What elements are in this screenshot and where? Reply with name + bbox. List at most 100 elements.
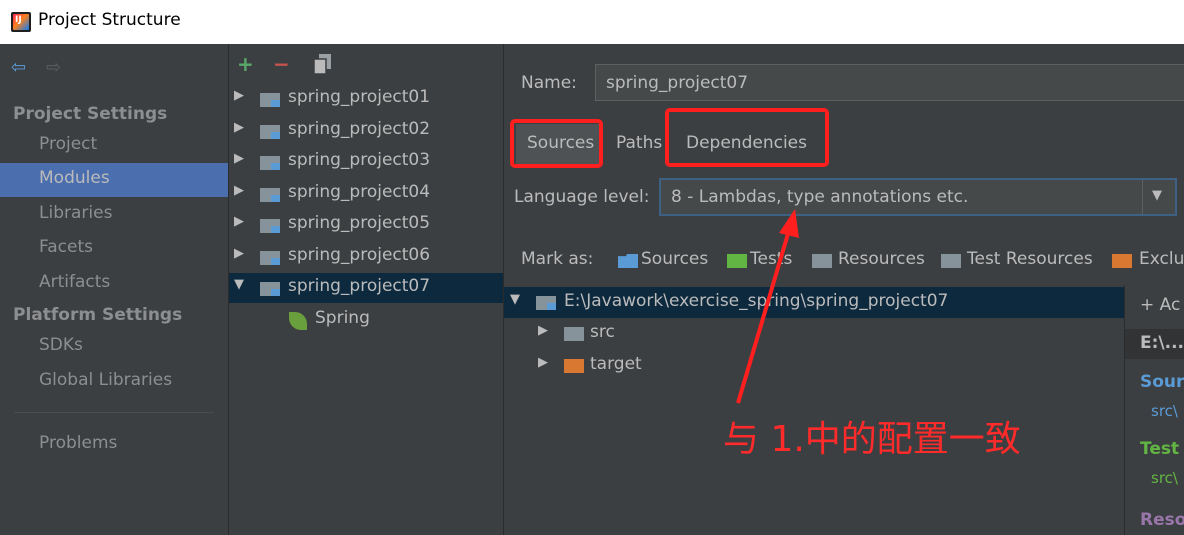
- annotation-arrow-icon: [736, 209, 799, 404]
- nav-item-modules[interactable]: Modules: [0, 163, 228, 197]
- language-level-label: Language level:: [514, 187, 650, 207]
- module-row[interactable]: ▶ spring_project03: [229, 147, 503, 177]
- module-name: spring_project02: [288, 119, 431, 139]
- folder-row-target[interactable]: ▶ target: [504, 350, 1124, 381]
- test-folders-header: Test: [1140, 439, 1180, 459]
- settings-nav: ⇦ ⇨ Project Settings Project Modules Lib…: [0, 44, 229, 535]
- mark-label: Resources: [838, 249, 925, 269]
- nav-item-project[interactable]: Project: [0, 129, 228, 163]
- facet-name: Spring: [315, 308, 370, 328]
- module-folder-icon: [260, 156, 280, 170]
- nav-item-label: Artifacts: [39, 272, 111, 292]
- expand-arrow-icon[interactable]: ▶: [234, 246, 244, 261]
- arrow-right-icon[interactable]: ⇨: [46, 57, 61, 78]
- module-row[interactable]: ▶ spring_project05: [229, 210, 503, 240]
- module-name-field[interactable]: spring_project07: [595, 64, 1184, 101]
- name-label: Name:: [521, 73, 577, 93]
- excluded-folder-icon: [564, 359, 584, 373]
- intellij-logo-icon: [11, 12, 31, 32]
- mark-label: Test Resources: [967, 249, 1093, 269]
- module-folder-icon: [260, 93, 280, 107]
- expand-arrow-icon[interactable]: ▶: [234, 120, 244, 135]
- resources-folder-icon: [812, 254, 832, 268]
- mark-label: Sources: [641, 249, 709, 269]
- collapse-arrow-icon[interactable]: ▼: [234, 277, 244, 292]
- folder-icon: [564, 327, 584, 341]
- module-name: spring_project06: [288, 245, 431, 265]
- module-row[interactable]: ▶ spring_project02: [229, 116, 503, 146]
- module-name-value: spring_project07: [606, 73, 749, 93]
- module-folder-icon: [260, 188, 280, 202]
- module-row-selected[interactable]: ▼ spring_project07: [229, 273, 503, 303]
- content-root-header: E:\...e: [1125, 329, 1184, 359]
- add-content-root-button[interactable]: + Ac: [1140, 295, 1180, 315]
- expand-arrow-icon[interactable]: ▶: [538, 355, 548, 370]
- mark-as-label: Mark as:: [521, 249, 594, 269]
- title-bar: Project Structure: [0, 0, 1184, 44]
- folder-name: src: [590, 322, 615, 342]
- test-folder-path: src\: [1151, 469, 1178, 487]
- window-title: Project Structure: [38, 10, 181, 30]
- spring-leaf-icon: [289, 312, 307, 330]
- nav-item-problems[interactable]: Problems: [0, 428, 228, 462]
- nav-divider: [14, 412, 214, 413]
- collapse-arrow-icon[interactable]: ▼: [510, 292, 520, 307]
- content-root-side-panel: + Ac E:\...e Sour src\ Test src\ Reso: [1124, 285, 1184, 535]
- nav-item-artifacts[interactable]: Artifacts: [0, 267, 228, 301]
- expand-arrow-icon[interactable]: ▶: [234, 88, 244, 103]
- expand-arrow-icon[interactable]: ▶: [538, 323, 548, 338]
- annotation-text: 与 1.中的配置一致: [723, 419, 1021, 460]
- highlight-box-dependencies: [665, 108, 829, 167]
- nav-item-sdks[interactable]: SDKs: [0, 330, 228, 364]
- arrow-left-icon[interactable]: ⇦: [11, 57, 26, 78]
- module-folder-icon: [536, 296, 556, 310]
- chevron-down-icon: ▼: [1152, 188, 1162, 203]
- module-name: spring_project04: [288, 182, 431, 202]
- language-level-value: 8 - Lambdas, type annotations etc.: [671, 187, 969, 207]
- nav-item-label: Global Libraries: [39, 370, 173, 390]
- folder-name: target: [590, 354, 642, 374]
- add-module-button[interactable]: +: [237, 52, 254, 76]
- highlight-box-sources: [510, 119, 603, 168]
- module-name: spring_project03: [288, 150, 431, 170]
- folder-row-src[interactable]: ▶ src: [504, 318, 1124, 349]
- module-folder-icon: [260, 251, 280, 265]
- expand-arrow-icon[interactable]: ▶: [234, 183, 244, 198]
- dropdown-toggle[interactable]: ▼: [1142, 180, 1175, 214]
- resource-folders-header: Reso: [1140, 510, 1184, 530]
- remove-module-button[interactable]: −: [273, 52, 290, 76]
- nav-item-label: Modules: [39, 168, 110, 188]
- nav-item-label: Project: [39, 134, 98, 154]
- expand-arrow-icon[interactable]: ▶: [234, 214, 244, 229]
- module-row[interactable]: ▶ spring_project01: [229, 84, 503, 114]
- nav-item-label: Libraries: [39, 203, 113, 223]
- test-resources-folder-icon: [941, 254, 961, 268]
- nav-item-facets[interactable]: Facets: [0, 232, 228, 266]
- module-name: spring_project07: [288, 276, 431, 296]
- module-row[interactable]: ▶ spring_project04: [229, 179, 503, 209]
- module-name: spring_project05: [288, 213, 431, 233]
- source-folders-header: Sour: [1140, 372, 1184, 392]
- nav-item-global-libraries[interactable]: Global Libraries: [0, 365, 228, 399]
- excluded-folder-icon: [1112, 254, 1132, 268]
- content-root-short-path: E:\...e: [1140, 333, 1184, 353]
- module-row[interactable]: ▶ spring_project06: [229, 242, 503, 272]
- module-folder-icon: [260, 282, 280, 296]
- expand-arrow-icon[interactable]: ▶: [234, 151, 244, 166]
- nav-item-label: Facets: [39, 237, 93, 257]
- tab-paths[interactable]: Paths: [606, 124, 672, 166]
- project-settings-header: Project Settings: [13, 104, 168, 124]
- nav-item-label: Problems: [39, 433, 118, 453]
- sources-folder-icon: [618, 254, 638, 268]
- nav-item-libraries[interactable]: Libraries: [0, 198, 228, 232]
- facet-row[interactable]: Spring: [229, 305, 503, 335]
- modules-panel: + − ▶ spring_project01 ▶ spring_project0…: [229, 44, 504, 535]
- platform-settings-header: Platform Settings: [13, 305, 183, 325]
- module-name: spring_project01: [288, 87, 431, 107]
- module-folder-icon: [260, 125, 280, 139]
- copy-icon[interactable]: [313, 53, 333, 75]
- module-folder-icon: [260, 219, 280, 233]
- mark-label: Exclu: [1139, 249, 1184, 269]
- source-folder-path: src\: [1151, 402, 1178, 420]
- content-root-row[interactable]: ▼ E:\Javawork\exercise_spring\spring_pro…: [504, 287, 1124, 318]
